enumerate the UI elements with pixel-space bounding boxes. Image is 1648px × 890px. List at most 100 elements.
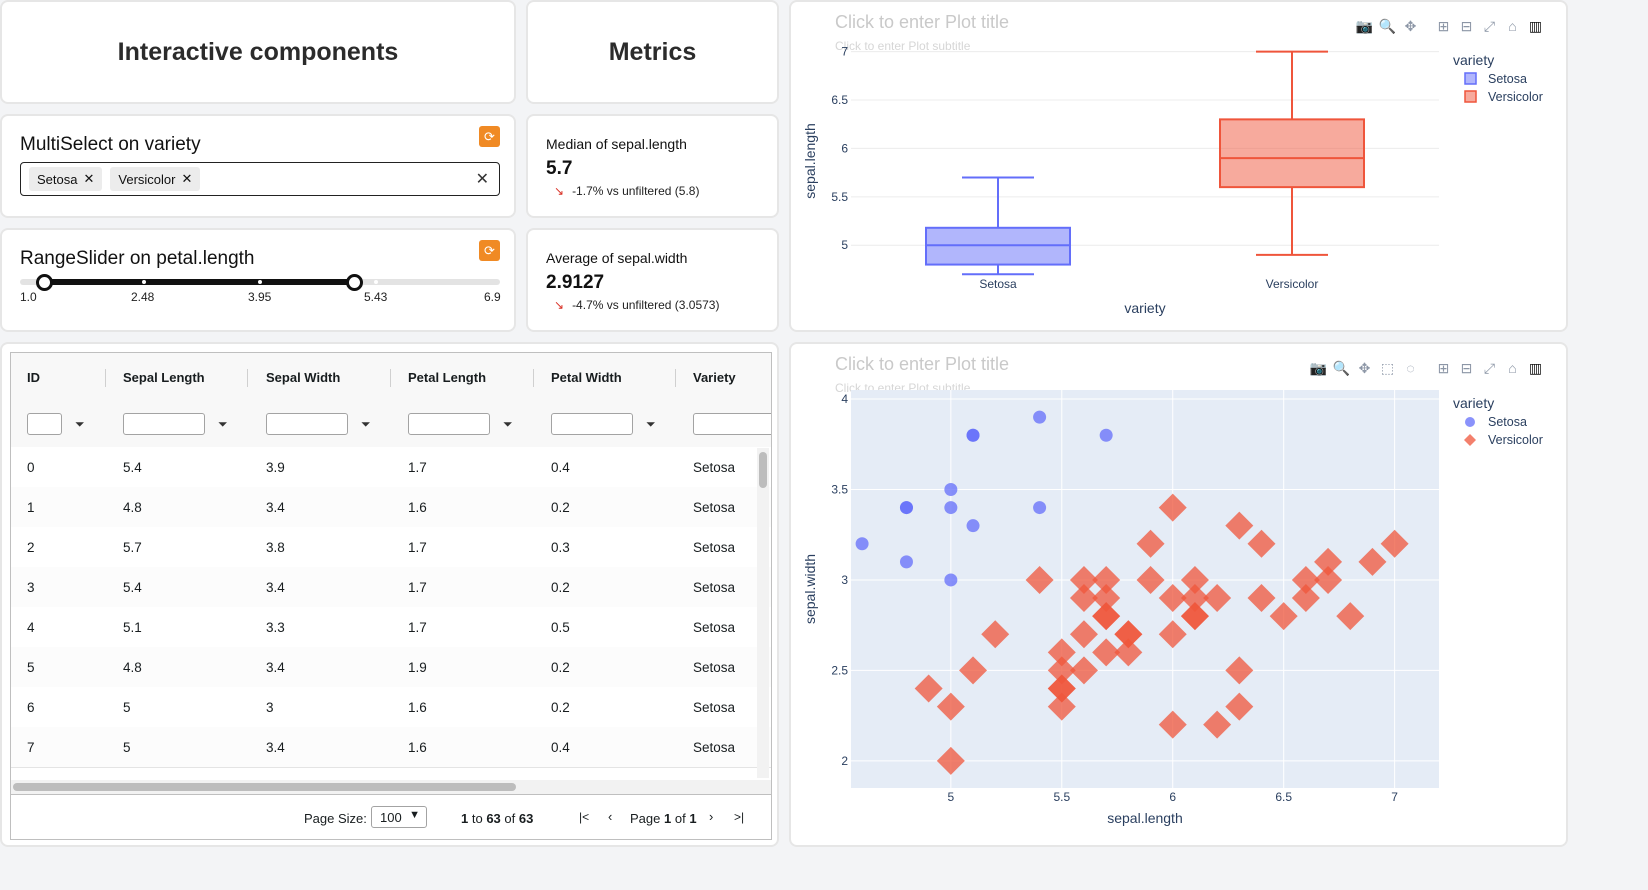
legend-label: Setosa: [1488, 72, 1527, 86]
reset-icon[interactable]: ⟳: [479, 126, 500, 147]
table-cell: 5.4: [123, 580, 142, 595]
filter-icon[interactable]: ⏷: [503, 417, 513, 432]
table-row[interactable]: 7 5 3.4 1.6 0.4 Setosa: [11, 727, 771, 768]
scatter-point: [1033, 410, 1047, 424]
table-cell: 0.2: [551, 580, 570, 595]
scatter-point: [944, 501, 958, 515]
filter-icon[interactable]: ⏷: [646, 417, 656, 432]
table-cell: 1.7: [408, 460, 427, 475]
filter-icon[interactable]: ⏷: [75, 417, 85, 432]
table-row[interactable]: 0 5.4 3.9 1.7 0.4 Setosa: [11, 447, 771, 488]
multiselect-input[interactable]: Setosa ✕ Versicolor ✕ ✕: [20, 162, 500, 196]
legend-label: Versicolor: [1488, 90, 1543, 104]
table-cell: Setosa: [693, 700, 736, 715]
table-cell: 5.4: [123, 460, 142, 475]
first-page-icon[interactable]: |<: [579, 810, 589, 824]
legend-swatch: [1464, 90, 1477, 103]
y-tick-label: 6.5: [831, 93, 848, 107]
table-cell: 3.9: [266, 460, 285, 475]
table-cell: Setosa: [693, 580, 736, 595]
page-size-select[interactable]: 100 ▼: [371, 806, 427, 828]
data-grid: ID Sepal Length Sepal Width Petal Length…: [10, 352, 772, 840]
table-cell: 3.4: [266, 500, 285, 515]
scatter-point: [966, 519, 980, 533]
metric-delta-text: -1.7% vs unfiltered (5.8): [572, 184, 700, 198]
filter-icon[interactable]: ⏷: [218, 417, 228, 432]
table-cell: 3.3: [266, 620, 285, 635]
y-tick-label: 5.5: [831, 190, 848, 204]
scatter-point: [1033, 501, 1047, 515]
remove-chip-icon[interactable]: ✕: [181, 171, 192, 187]
x-tick-label: Setosa: [979, 277, 1017, 291]
table-cell: 0.2: [551, 500, 570, 515]
metric-card-average: Average of sepal.width 2.9127 ↘ -4.7% vs …: [526, 228, 779, 332]
table-row[interactable]: 4 5.1 3.3 1.7 0.5 Setosa: [11, 607, 771, 648]
scatter-point: [1099, 428, 1113, 442]
slider-handle-min[interactable]: [36, 274, 54, 291]
clear-icon[interactable]: ✕: [476, 169, 489, 189]
table-cell: 4.8: [123, 660, 142, 675]
table-cell: 3: [27, 580, 35, 595]
slider-handle-max[interactable]: [345, 274, 363, 291]
next-page-icon[interactable]: ›: [709, 809, 713, 824]
metric-delta: ↘ -4.7% vs unfiltered (3.0573): [554, 298, 719, 312]
column-header-sepal-length[interactable]: Sepal Length: [123, 370, 205, 385]
horizontal-scroll-thumb[interactable]: [13, 783, 516, 791]
scatter-point: [899, 555, 913, 569]
metrics-title: Metrics: [608, 37, 697, 66]
page-indicator: Page 1 of 1: [630, 811, 697, 826]
slider-range: [44, 279, 354, 285]
table-cell: 0.4: [551, 460, 570, 475]
slider-label: 5.43: [364, 290, 388, 304]
scatter-plot-card: Click to enter Plot title Click to enter…: [789, 342, 1568, 847]
table-row[interactable]: 6 5 3 1.6 0.2 Setosa: [11, 687, 771, 728]
rangeslider-title: RangeSlider on petal.length: [20, 248, 255, 269]
column-header-variety[interactable]: Variety: [693, 370, 736, 385]
vertical-scrollbar[interactable]: [757, 448, 769, 778]
filter-input-id[interactable]: [27, 413, 62, 435]
slider-label: 2.48: [131, 290, 155, 304]
table-row[interactable]: 2 5.7 3.8 1.7 0.3 Setosa: [11, 527, 771, 568]
slider-track[interactable]: [20, 274, 500, 291]
x-tick-label: 6: [1169, 790, 1176, 804]
horizontal-scrollbar[interactable]: [11, 780, 771, 794]
filter-input-petal-length[interactable]: [408, 413, 490, 435]
metric-delta-text: -4.7% vs unfiltered (3.0573): [572, 298, 720, 312]
filter-icon[interactable]: ⏷: [361, 417, 371, 432]
slider-tick: [142, 280, 146, 284]
metric-delta: ↘ -1.7% vs unfiltered (5.8): [554, 184, 699, 198]
table-cell: 0.2: [551, 700, 570, 715]
column-header-petal-width[interactable]: Petal Width: [551, 370, 622, 385]
table-cell: 1: [27, 500, 35, 515]
column-header-sepal-width[interactable]: Sepal Width: [266, 370, 340, 385]
filter-input-sepal-length[interactable]: [123, 413, 205, 435]
column-header-id[interactable]: ID: [27, 370, 40, 385]
table-cell: 5: [27, 660, 35, 675]
reset-icon[interactable]: ⟳: [479, 240, 500, 261]
metric-label: Median of sepal.length: [546, 136, 687, 152]
table-row[interactable]: 3 5.4 3.4 1.7 0.2 Setosa: [11, 567, 771, 608]
filter-input-petal-width[interactable]: [551, 413, 633, 435]
table-cell: Setosa: [693, 460, 736, 475]
filter-input-variety[interactable]: [693, 413, 771, 435]
chip-setosa: Setosa ✕: [29, 167, 103, 191]
last-page-icon[interactable]: >|: [734, 810, 744, 824]
legend-title: variety: [1453, 395, 1494, 411]
remove-chip-icon[interactable]: ✕: [83, 171, 94, 187]
vertical-scroll-thumb[interactable]: [759, 452, 767, 488]
legend-title: variety: [1453, 52, 1494, 68]
page-size-value: 100: [380, 810, 402, 825]
table-cell: 4: [27, 620, 35, 635]
chip-label: Setosa: [37, 171, 78, 187]
table-cell: 5: [123, 700, 131, 715]
scatter-point: [944, 483, 958, 496]
scatter-point: [855, 537, 869, 551]
table-row[interactable]: 1 4.8 3.4 1.6 0.2 Setosa: [11, 487, 771, 528]
scatter-plot: 5 5.5 6 6.5 7 2 2.5 3 3.5 4 sepal.length sepal.widt…: [802, 390, 1543, 826]
filter-input-sepal-width[interactable]: [266, 413, 348, 435]
scatter-point: [966, 428, 980, 442]
table-row[interactable]: 5 4.8 3.4 1.9 0.2 Setosa: [11, 647, 771, 688]
prev-page-icon[interactable]: ‹: [608, 809, 612, 824]
column-header-petal-length[interactable]: Petal Length: [408, 370, 486, 385]
box-body: [1219, 118, 1365, 189]
